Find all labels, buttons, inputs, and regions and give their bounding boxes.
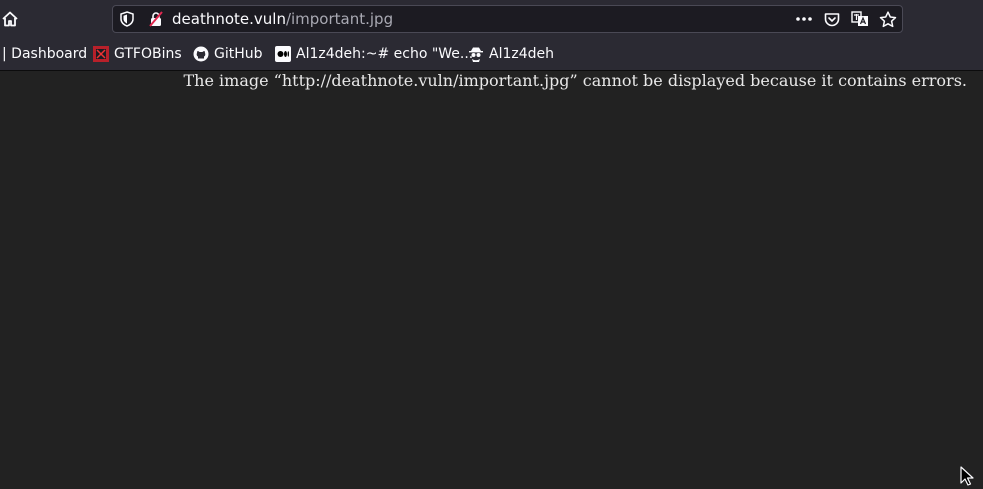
bookmark-label: GTFOBins bbox=[114, 46, 182, 62]
url-path: /important.jpg bbox=[285, 10, 394, 28]
bookmark-al1z4deh[interactable]: Al1z4deh bbox=[468, 38, 554, 70]
mouse-cursor-icon bbox=[960, 466, 974, 486]
url-host: deathnote.vuln bbox=[172, 10, 286, 28]
github-icon bbox=[193, 46, 209, 62]
navigation-toolbar: deathnote.vuln/important.jpg bbox=[0, 0, 983, 38]
bookmark-label: Al1z4deh:~# echo "We... bbox=[296, 46, 474, 62]
page-actions-ellipsis-icon[interactable] bbox=[793, 6, 815, 32]
bookmark-gtfobins[interactable]: GTFOBins bbox=[93, 38, 182, 70]
image-error-message: The image “http://deathnote.vuln/importa… bbox=[183, 71, 968, 90]
tracking-protection-shield-icon[interactable] bbox=[119, 6, 135, 32]
bookmarks-toolbar: | Dashboard GTFOBins GitHub Al1z4deh:~# … bbox=[0, 38, 983, 71]
bookmark-al1z4deh-echo[interactable]: Al1z4deh:~# echo "We... bbox=[275, 38, 473, 70]
spy-avatar-icon bbox=[468, 46, 484, 62]
bookmark-label: Al1z4deh bbox=[489, 46, 555, 62]
home-button[interactable] bbox=[0, 8, 20, 30]
url-text[interactable]: deathnote.vuln/important.jpg bbox=[172, 6, 393, 32]
bookmark-star-icon[interactable] bbox=[878, 6, 898, 32]
medium-icon bbox=[275, 46, 291, 62]
page-content: The image “http://deathnote.vuln/importa… bbox=[0, 71, 983, 489]
translate-icon[interactable] bbox=[850, 6, 870, 32]
bookmark-github[interactable]: GitHub bbox=[193, 38, 263, 70]
bookmark-label: GitHub bbox=[214, 46, 263, 62]
pocket-icon[interactable] bbox=[823, 6, 841, 32]
home-icon bbox=[2, 11, 18, 27]
url-bar[interactable]: deathnote.vuln/important.jpg bbox=[112, 5, 903, 33]
bookmark-label: | Dashboard bbox=[2, 46, 88, 62]
insecure-connection-lock-icon[interactable] bbox=[147, 6, 165, 32]
bookmark-dashboard[interactable]: | Dashboard bbox=[2, 38, 87, 70]
gtfobins-favicon bbox=[93, 46, 109, 62]
